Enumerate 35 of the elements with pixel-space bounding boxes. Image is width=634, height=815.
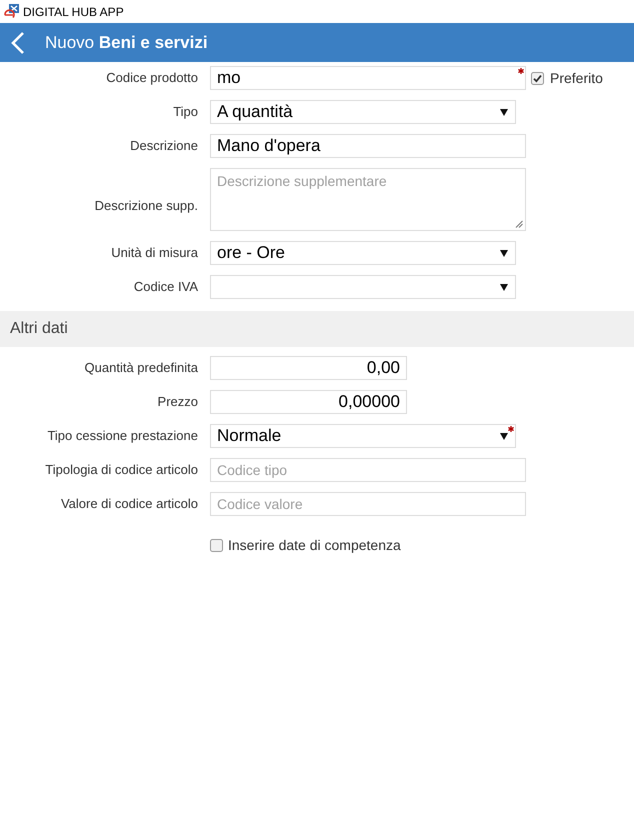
dropdown[interactable]: A quantità: [210, 100, 516, 124]
field-label: Unità di misura: [111, 244, 198, 262]
field-label: Tipo: [173, 103, 198, 122]
app-logo-icon: [3, 4, 19, 20]
checkbox-label: Inserire date di competenza: [228, 536, 401, 555]
page-title: Nuovo Beni e servizi: [45, 32, 208, 54]
dropdown-caret-icon: [500, 250, 508, 256]
checkbox[interactable]: [210, 539, 223, 552]
checkbox[interactable]: [531, 72, 544, 84]
dropdown[interactable]: ore - Ore: [210, 241, 516, 265]
dropdown-caret-icon: [500, 108, 508, 116]
field-label: Codice prodotto: [106, 69, 198, 88]
field-label: Tipologia di codice articolo: [45, 461, 198, 480]
back-icon[interactable]: [11, 32, 25, 54]
field-label: Quantità predefinita: [84, 359, 198, 378]
dropdown[interactable]: Normale: [210, 424, 516, 448]
checkbox-label: Preferito: [550, 68, 603, 88]
dropdown-caret-icon: [500, 284, 508, 290]
text-area[interactable]: Descrizione supplementare: [210, 168, 526, 231]
field-label: Prezzo: [158, 393, 198, 412]
input-field[interactable]: Codice tipo: [210, 458, 526, 482]
input-field[interactable]: Mano d'opera: [210, 134, 526, 158]
section-header: Altri dati: [0, 311, 634, 347]
input-field[interactable]: 0,00000: [210, 390, 407, 414]
input-field[interactable]: 0,00: [210, 356, 407, 380]
field-label: Descrizione supp.: [94, 196, 198, 215]
resize-grip-icon[interactable]: [515, 220, 523, 228]
field-label: Descrizione: [130, 137, 198, 156]
input-field[interactable]: Codice valore: [210, 492, 526, 516]
dropdown-caret-icon: [500, 432, 508, 440]
field-label: Valore di codice articolo: [60, 495, 198, 514]
input-field[interactable]: mo: [210, 66, 526, 90]
field-label: Codice IVA: [134, 278, 198, 296]
window-title: DIGITAL HUB APP: [23, 6, 124, 18]
field-label: Tipo cessione prestazione: [47, 427, 198, 446]
